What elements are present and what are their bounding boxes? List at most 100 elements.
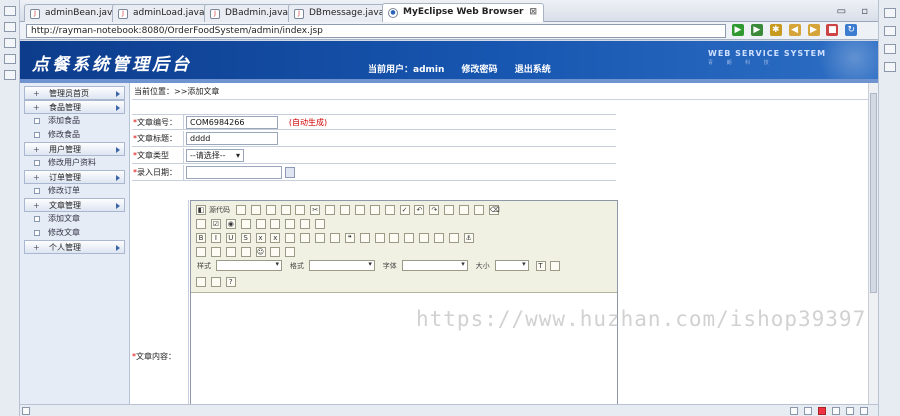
status-icon[interactable] <box>846 407 854 415</box>
special-char-icon[interactable] <box>270 247 281 257</box>
align-center-icon[interactable] <box>389 233 400 243</box>
tab-dbadmin[interactable]: J DBadmin.java <box>204 4 296 22</box>
find-icon[interactable] <box>444 205 455 215</box>
go-icon[interactable]: ▶ <box>732 24 744 36</box>
about-icon[interactable]: ? <box>225 277 236 287</box>
sidebar-item-user-management[interactable]: 用户管理 <box>24 142 125 156</box>
outline-icon[interactable] <box>4 22 16 32</box>
outline-view-icon[interactable] <box>884 62 896 72</box>
status-icon[interactable] <box>804 407 812 415</box>
cut-icon[interactable]: ✂ <box>310 205 321 215</box>
print-icon[interactable] <box>384 205 395 215</box>
image-icon[interactable] <box>196 247 206 257</box>
new-page-icon[interactable] <box>265 205 276 215</box>
error-icon[interactable] <box>818 407 826 415</box>
scrollbar-thumb[interactable] <box>870 93 877 293</box>
remove-format-icon[interactable]: ⌫ <box>488 205 500 215</box>
console-icon[interactable] <box>4 70 16 80</box>
link-icon[interactable] <box>434 233 444 243</box>
text-color-icon[interactable]: T <box>535 261 546 271</box>
page-scrollbar[interactable] <box>868 83 878 416</box>
image-button-icon[interactable] <box>300 219 311 229</box>
smiley-icon[interactable]: ☺ <box>255 247 266 257</box>
fast-view-icon[interactable] <box>22 407 30 415</box>
tab-web-browser[interactable]: ● MyEclipse Web Browser ⊠ <box>382 3 545 23</box>
outdent-icon[interactable] <box>315 233 325 243</box>
sidebar-item-add-article[interactable]: 添加文章 <box>24 212 125 226</box>
subscript-icon[interactable]: x <box>255 233 266 243</box>
forward-icon[interactable]: ▶ <box>807 24 820 36</box>
anchor-icon[interactable]: ⚓ <box>463 233 474 243</box>
logout-link[interactable]: 退出系统 <box>515 65 551 75</box>
form-icon[interactable] <box>196 219 206 229</box>
source-label[interactable]: 源代码 <box>209 205 230 215</box>
align-justify-icon[interactable] <box>419 233 430 243</box>
maximize-icon[interactable] <box>196 277 206 287</box>
hidden-field-icon[interactable] <box>315 219 325 229</box>
button-field-icon[interactable] <box>285 219 296 229</box>
flash-icon[interactable] <box>210 247 221 257</box>
sidebar-item-personal-management[interactable]: 个人管理 <box>24 240 125 254</box>
radio-icon[interactable]: ◉ <box>225 219 236 229</box>
perspective-icon[interactable] <box>4 6 16 16</box>
style-select[interactable] <box>216 260 282 271</box>
bg-color-icon[interactable] <box>550 261 561 271</box>
align-left-icon[interactable] <box>374 233 385 243</box>
sidebar-item-edit-article[interactable]: 修改文章 <box>24 226 125 240</box>
task-list-icon[interactable] <box>884 44 896 54</box>
div-icon[interactable] <box>359 233 370 243</box>
bold-icon[interactable]: B <box>196 233 206 243</box>
type-select[interactable]: --请选择-- <box>186 149 244 162</box>
unlink-icon[interactable] <box>448 233 459 243</box>
preview-icon[interactable] <box>235 205 246 215</box>
copy-icon[interactable] <box>325 205 336 215</box>
underline-icon[interactable]: U <box>225 233 236 243</box>
sidebar-item-add-food[interactable]: 添加食品 <box>24 114 125 128</box>
italic-icon[interactable]: I <box>210 233 221 243</box>
status-icon[interactable] <box>860 407 868 415</box>
align-right-icon[interactable] <box>404 233 415 243</box>
replace-icon[interactable] <box>459 205 469 215</box>
format-select[interactable] <box>308 260 375 271</box>
back-icon[interactable]: ◀ <box>788 24 801 36</box>
show-blocks-icon[interactable] <box>210 277 221 287</box>
select-field-icon[interactable] <box>270 219 281 229</box>
paste-icon[interactable] <box>340 205 350 215</box>
sidebar-item-edit-user[interactable]: 修改用户资料 <box>24 156 125 170</box>
table-icon[interactable] <box>225 247 236 257</box>
view-window-controls[interactable]: ▭ ▫ <box>837 6 874 17</box>
tab-dbmessage[interactable]: J DBmessage.java <box>288 4 392 22</box>
font-select[interactable] <box>401 260 468 271</box>
select-all-icon[interactable] <box>473 205 484 215</box>
page-break-icon[interactable] <box>285 247 296 257</box>
indent-icon[interactable] <box>329 233 340 243</box>
size-select[interactable] <box>494 260 529 271</box>
save-icon[interactable] <box>250 205 261 215</box>
refresh-icon[interactable]: ↻ <box>845 24 858 36</box>
date-input[interactable] <box>186 166 282 179</box>
sidebar-item-edit-food[interactable]: 修改食品 <box>24 128 125 142</box>
paste-text-icon[interactable] <box>354 205 365 215</box>
close-tab-icon[interactable]: ⊠ <box>530 7 538 17</box>
tab-adminbean[interactable]: JadminBean.java <box>24 4 125 22</box>
status-icon[interactable] <box>790 407 798 415</box>
checkbox-icon[interactable]: ☑ <box>210 219 221 229</box>
url-input[interactable]: http://rayman-notebook:8080/OrderFoodSys… <box>26 24 726 38</box>
hierarchy-icon[interactable] <box>4 38 16 48</box>
sidebar-item-food-management[interactable]: 食品管理 <box>24 100 125 114</box>
undo-icon[interactable]: ↶ <box>414 205 425 215</box>
ordered-list-icon[interactable] <box>285 233 296 243</box>
spellcheck-icon[interactable]: ✓ <box>399 205 410 215</box>
horizontal-rule-icon[interactable] <box>240 247 251 257</box>
calendar-icon[interactable] <box>285 167 295 178</box>
copy-doc-icon[interactable] <box>280 205 291 215</box>
change-password-link[interactable]: 修改密码 <box>462 65 498 75</box>
package-icon[interactable] <box>4 54 16 64</box>
run-icon[interactable]: ▶ <box>750 24 763 36</box>
sidebar-item-admin-home[interactable]: 管理员首页 <box>24 86 125 100</box>
minimize-view-icon[interactable] <box>884 8 896 18</box>
debug-icon[interactable]: ✱ <box>769 24 782 36</box>
textfield-icon[interactable] <box>240 219 251 229</box>
template-icon[interactable] <box>295 205 306 215</box>
strike-icon[interactable]: S <box>240 233 251 243</box>
